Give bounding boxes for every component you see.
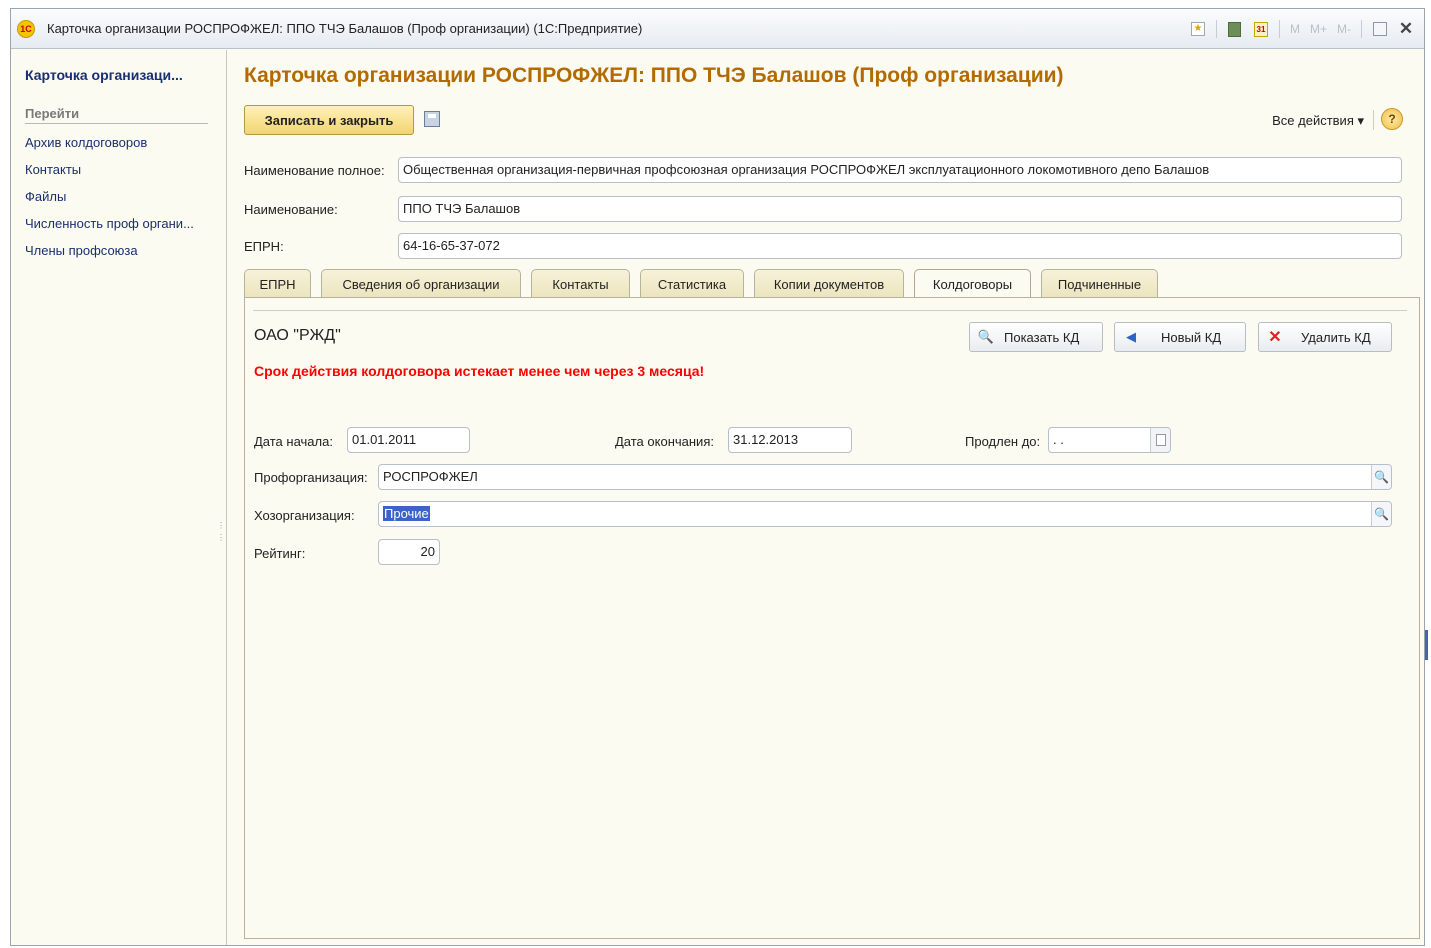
name-label: Наименование: (244, 201, 338, 217)
calendar-icon[interactable]: 31 (1251, 19, 1271, 39)
agreements-panel: ОАО "РЖД" 🔍 Показать КД ◀ Новый КД ✕ Уда… (244, 297, 1420, 939)
rating-field[interactable]: 20 (378, 539, 440, 565)
sidebar-link-members[interactable]: Члены профсоюза (25, 243, 194, 270)
eprn-field[interactable]: 64-16-65-37-072 (398, 233, 1402, 259)
arrow-left-icon: ◀ (1126, 329, 1136, 344)
show-kd-button[interactable]: 🔍 Показать КД (969, 322, 1103, 352)
proforg-value: РОСПРОФЖЕЛ (383, 469, 478, 484)
end-date-field[interactable]: 31.12.2013 (728, 427, 852, 453)
hozorg-label: Хозорганизация: (254, 508, 355, 523)
save-icon[interactable] (424, 111, 440, 127)
sidebar-link-contacts[interactable]: Контакты (25, 162, 194, 189)
start-date-field[interactable]: 01.01.2011 (347, 427, 470, 453)
sidebar-link-headcount[interactable]: Численность проф органи... (25, 216, 194, 243)
name-field[interactable]: ППО ТЧЭ Балашов (398, 196, 1402, 222)
tab-document-copies[interactable]: Копии документов (754, 269, 904, 298)
proforg-label: Профорганизация: (254, 470, 368, 485)
tab-subordinates[interactable]: Подчиненные (1041, 269, 1158, 298)
app-logo-icon[interactable]: 1С (17, 20, 35, 38)
eprn-label: ЕПРН: (244, 238, 284, 254)
calendar-icon (1155, 434, 1166, 446)
memory-button-m[interactable]: M (1288, 19, 1302, 39)
sidebar-section-heading: Перейти (25, 106, 208, 124)
expiration-warning: Срок действия колдоговора истекает менее… (254, 363, 705, 379)
new-kd-button[interactable]: ◀ Новый КД (1114, 322, 1246, 352)
sidebar-link-agreements-archive[interactable]: Архив колдоговоров (25, 135, 194, 162)
magnifier-icon: 🔍 (977, 329, 995, 344)
full-name-label: Наименование полное: (244, 162, 385, 178)
end-date-label: Дата окончания: (615, 434, 714, 449)
delete-kd-label: Удалить КД (1301, 329, 1371, 345)
calendar-picker-button[interactable] (1150, 428, 1170, 452)
navigation-sidebar: Карточка организаци... Перейти Архив кол… (11, 50, 227, 945)
tab-statistics[interactable]: Статистика (640, 269, 744, 298)
delete-kd-button[interactable]: ✕ Удалить КД (1258, 322, 1392, 352)
close-button[interactable]: ✕ (1396, 19, 1416, 39)
proforg-search-icon[interactable]: 🔍 (1371, 465, 1391, 489)
tab-org-info[interactable]: Сведения об организации (321, 269, 521, 298)
all-actions-menu[interactable]: Все действия ▾ (1272, 113, 1364, 129)
form-main: Карточка организации РОСПРОФЖЕЛ: ППО ТЧЭ… (228, 50, 1424, 945)
delete-x-icon: ✕ (1268, 329, 1282, 346)
maximize-icon (1373, 22, 1387, 36)
toolbar-separator (1361, 20, 1362, 38)
show-kd-label: Показать КД (1004, 329, 1080, 345)
title-bar: 1С Карточка организации РОСПРОФЖЕЛ: ППО … (11, 9, 1424, 49)
toolbar-separator (1215, 20, 1217, 38)
panel-divider (253, 310, 1407, 311)
sidebar-link-list: Архив колдоговоров Контакты Файлы Числен… (25, 135, 194, 270)
background-window-edge (1425, 630, 1428, 660)
page-title: Карточка организации РОСПРОФЖЕЛ: ППО ТЧЭ… (244, 64, 1064, 87)
hozorg-field[interactable]: Прочие 🔍 (378, 501, 1392, 527)
calculator-icon[interactable] (1225, 19, 1245, 39)
hozorg-value: Прочие (383, 506, 430, 521)
eprn-row: ЕПРН: (244, 233, 284, 259)
sidebar-resize-handle[interactable]: ⋮ ⋮ (217, 520, 225, 560)
tab-contacts[interactable]: Контакты (531, 269, 630, 298)
extended-until-value: . . (1053, 432, 1064, 447)
hozorg-search-icon[interactable]: 🔍 (1371, 502, 1391, 526)
full-name-row: Наименование полное: (244, 157, 385, 183)
start-date-label: Дата начала: (254, 434, 333, 449)
extended-until-field[interactable]: . . (1048, 427, 1171, 453)
window-title: Карточка организации РОСПРОФЖЕЛ: ППО ТЧЭ… (47, 21, 643, 36)
app-window: 1С Карточка организации РОСПРОФЖЕЛ: ППО … (10, 8, 1425, 946)
title-bar-tools: ★ 31 M M+ M- ✕ (1188, 18, 1416, 40)
employer-org-name: ОАО "РЖД" (254, 327, 341, 344)
name-row: Наименование: (244, 196, 338, 222)
new-kd-label: Новый КД (1161, 329, 1222, 345)
memory-button-mplus[interactable]: M+ (1308, 19, 1329, 39)
rating-label: Рейтинг: (254, 546, 306, 561)
tab-agreements[interactable]: Колдоговоры (914, 269, 1031, 299)
help-icon[interactable]: ? (1381, 108, 1403, 130)
save-and-close-button[interactable]: Записать и закрыть (244, 105, 414, 135)
close-icon: ✕ (1398, 19, 1414, 38)
proforg-field[interactable]: РОСПРОФЖЕЛ 🔍 (378, 464, 1392, 490)
toolbar-separator (1278, 20, 1280, 38)
extended-until-label: Продлен до: (965, 434, 1041, 449)
memory-button-mminus[interactable]: M- (1335, 19, 1353, 39)
sidebar-link-files[interactable]: Файлы (25, 189, 194, 216)
sidebar-title-link[interactable]: Карточка организаци... (25, 67, 183, 83)
tab-bar: ЕПРН Сведения об организации Контакты Ст… (244, 269, 1168, 299)
toolbar-separator (1373, 110, 1374, 130)
tab-eprn[interactable]: ЕПРН (244, 269, 311, 298)
favorites-icon[interactable]: ★ (1188, 19, 1208, 39)
full-name-field[interactable]: Общественная организация-первичная профс… (398, 157, 1402, 183)
maximize-button[interactable] (1370, 19, 1390, 39)
